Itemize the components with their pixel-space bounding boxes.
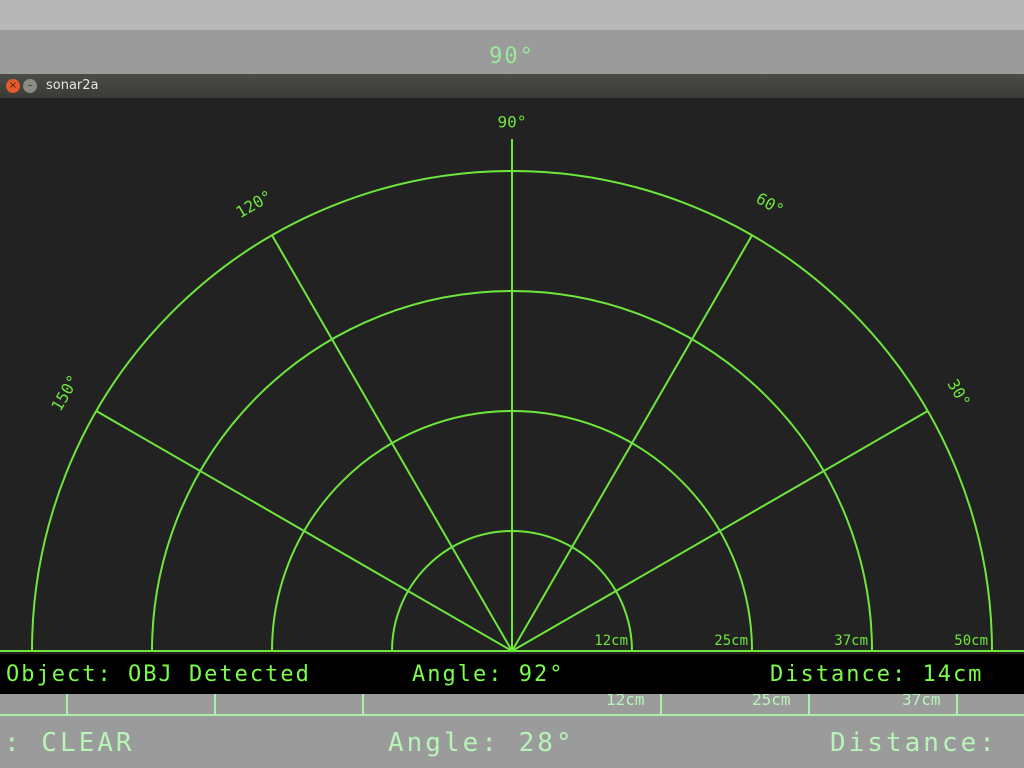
- background-angle-label: 90°: [489, 44, 535, 69]
- angle-label: 120°: [233, 186, 276, 222]
- ring-distance-label: 12cm: [594, 633, 628, 649]
- sonar-window: × – sonar2a 12cm 25cm 37cm 50cm 150° 120° 90° 6…: [0, 74, 1024, 694]
- radar-display: 12cm 25cm 37cm 50cm 150° 120° 90° 60° 30°: [0, 98, 1024, 654]
- background-grid-tick: [660, 692, 662, 714]
- background-distance-status: Distance:: [830, 728, 998, 758]
- background-grid-tick: [66, 692, 68, 714]
- ring-distance-label: 50cm: [954, 633, 988, 649]
- object-status: Object: OBJ Detected: [6, 662, 311, 687]
- angle-label: 90°: [498, 113, 527, 132]
- background-grid-tick: [956, 692, 958, 714]
- angle-line: [271, 234, 513, 652]
- angle-status: Angle: 92°: [412, 662, 565, 687]
- angle-line: [511, 234, 753, 652]
- close-icon[interactable]: ×: [6, 79, 20, 93]
- angle-line: [95, 410, 513, 652]
- background-grid-tick: [362, 692, 364, 714]
- background-grid-tick: [214, 692, 216, 714]
- angle-line: [511, 410, 929, 652]
- window-titlebar[interactable]: × – sonar2a: [0, 74, 1024, 98]
- angle-label: 150°: [47, 372, 83, 415]
- ring-distance-label: 37cm: [834, 633, 868, 649]
- ring-distance-label: 25cm: [714, 633, 748, 649]
- window-title: sonar2a: [46, 78, 99, 93]
- minimize-icon[interactable]: –: [23, 79, 37, 93]
- radar-canvas: 12cm 25cm 37cm 50cm 150° 120° 90° 60° 30°: [0, 113, 1024, 652]
- angle-label: 60°: [753, 189, 788, 220]
- background-grid-band: 12cm 25cm 37cm: [0, 690, 1024, 716]
- background-object-status: : CLEAR: [4, 728, 135, 758]
- background-angle-status: Angle: 28°: [388, 728, 575, 758]
- background-status-bar: : CLEAR Angle: 28° Distance:: [0, 728, 1024, 764]
- distance-status: Distance: 14cm: [770, 662, 984, 687]
- background-top-bar: [0, 0, 1024, 30]
- angle-label: 30°: [943, 376, 974, 411]
- background-grid-tick: [808, 692, 810, 714]
- status-bar: Object: OBJ Detected Angle: 92° Distance…: [0, 654, 1024, 694]
